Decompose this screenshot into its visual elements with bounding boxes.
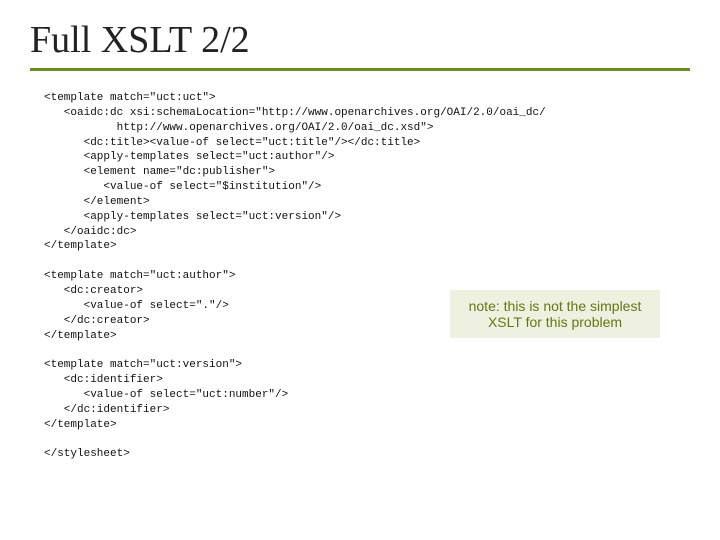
- code-line: <value-of select="."/>: [44, 300, 229, 312]
- code-line: <dc:title><value-of select="uct:title"/>…: [44, 137, 420, 149]
- code-line: </oaidc:dc>: [44, 226, 136, 238]
- code-line: </template>: [44, 240, 117, 252]
- code-line: </template>: [44, 419, 117, 431]
- slide-title: Full XSLT 2/2: [30, 18, 720, 68]
- code-line: <dc:identifier>: [44, 374, 163, 386]
- code-line: <dc:creator>: [44, 285, 143, 297]
- code-block: <template match="uct:uct"> <oaidc:dc xsi…: [0, 71, 720, 462]
- code-line: <value-of select="$institution"/>: [44, 181, 321, 193]
- note-callout: note: this is not the simplest XSLT for …: [450, 290, 660, 338]
- code-line: </stylesheet>: [44, 448, 130, 460]
- code-line: </template>: [44, 330, 117, 342]
- code-line: <template match="uct:uct">: [44, 92, 216, 104]
- code-line: <value-of select="uct:number"/>: [44, 389, 288, 401]
- code-line: <template match="uct:author">: [44, 270, 235, 282]
- code-line: </dc:identifier>: [44, 404, 169, 416]
- slide: Full XSLT 2/2 <template match="uct:uct">…: [0, 0, 720, 540]
- code-line: <apply-templates select="uct:author"/>: [44, 151, 334, 163]
- code-line: </element>: [44, 196, 150, 208]
- title-block: Full XSLT 2/2: [0, 0, 720, 71]
- code-line: http://www.openarchives.org/OAI/2.0/oai_…: [44, 122, 433, 134]
- code-line: <oaidc:dc xsi:schemaLocation="http://www…: [44, 107, 546, 119]
- code-line: <element name="dc:publisher">: [44, 166, 275, 178]
- code-line: </dc:creator>: [44, 315, 150, 327]
- code-line: <apply-templates select="uct:version"/>: [44, 211, 341, 223]
- code-line: <template match="uct:version">: [44, 359, 242, 371]
